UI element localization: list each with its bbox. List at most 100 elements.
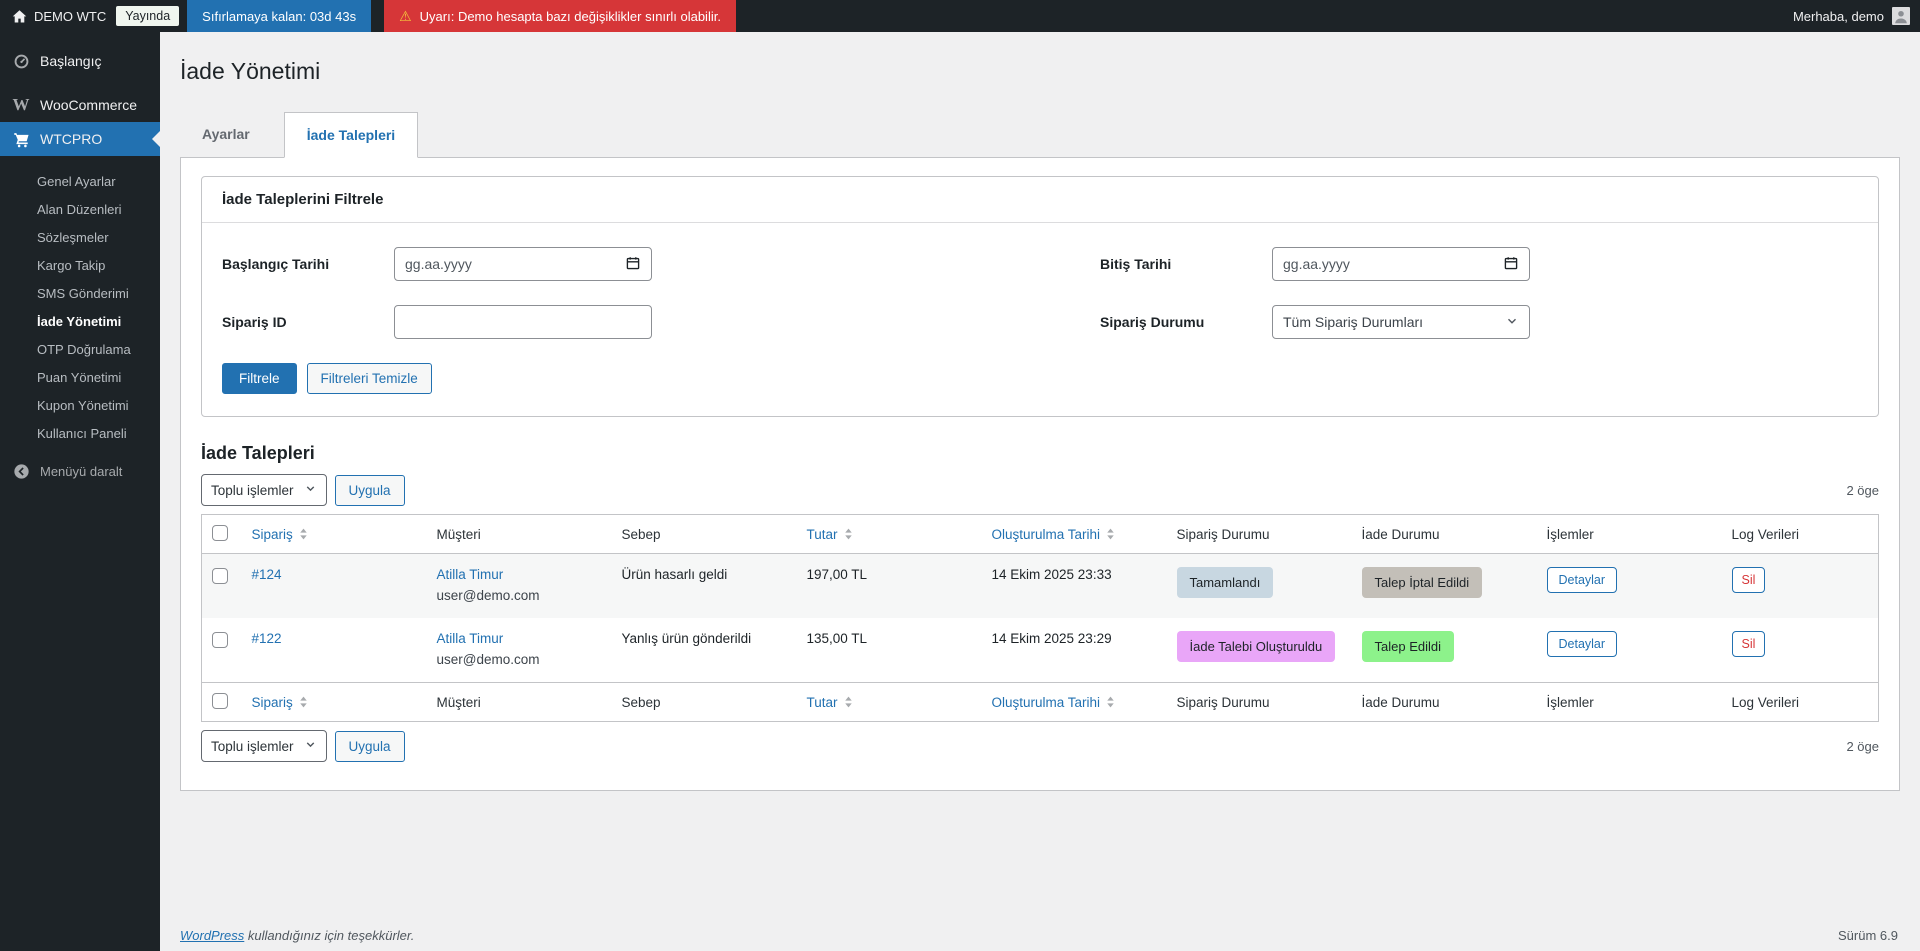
bulk-action-select[interactable]: Toplu işlemler	[201, 730, 327, 762]
list-title: İade Talepleri	[201, 443, 1879, 464]
admin-sidebar: Başlangıç W WooCommerce WTCPRO Genel Aya…	[0, 32, 160, 951]
customer-link[interactable]: Atilla Timur	[437, 631, 504, 646]
column-header-sebep: Sebep	[612, 683, 797, 722]
reason-cell: Ürün hasarlı geldi	[612, 554, 797, 619]
amount-cell: 197,00 TL	[797, 554, 982, 619]
column-header-tutar[interactable]: Tutar	[797, 515, 982, 554]
apply-button[interactable]: Uygula	[335, 731, 405, 762]
calendar-icon	[625, 255, 641, 274]
customer-email: user@demo.com	[437, 588, 602, 603]
sidebar-item-label: WTCPRO	[40, 131, 102, 147]
column-header-tutar[interactable]: Tutar	[797, 683, 982, 722]
apply-button[interactable]: Uygula	[335, 475, 405, 506]
sidebar-subitem-sms-gonderimi[interactable]: SMS Gönderimi	[0, 280, 160, 308]
tab-panel: İade Taleplerini Filtrele Başlangıç Tari…	[180, 157, 1900, 791]
column-header-log-verileri: Log Verileri	[1722, 683, 1879, 722]
table-header-row: SiparişMüşteriSebepTutarOluşturulma Tari…	[202, 515, 1879, 554]
row-checkbox[interactable]	[212, 632, 228, 648]
sidebar-subitem-kupon-yonetimi[interactable]: Kupon Yönetimi	[0, 392, 160, 420]
order-link[interactable]: #124	[252, 567, 282, 582]
site-name: DEMO WTC	[34, 9, 106, 24]
start-date-input[interactable]: gg.aa.yyyy	[394, 247, 652, 281]
sidebar-subitem-alan-duzenleri[interactable]: Alan Düzenleri	[0, 196, 160, 224]
sidebar-menu: Başlangıç W WooCommerce WTCPRO	[0, 44, 160, 156]
end-date-label: Bitiş Tarihi	[1100, 256, 1272, 272]
sidebar-subitem-kargo-takip[interactable]: Kargo Takip	[0, 252, 160, 280]
return-requests-table: SiparişMüşteriSebepTutarOluşturulma Tari…	[201, 514, 1879, 722]
row-checkbox[interactable]	[212, 568, 228, 584]
item-count: 2 öge	[1846, 483, 1879, 498]
created-date-cell: 14 Ekim 2025 23:29	[982, 618, 1167, 683]
table-footer-row: SiparişMüşteriSebepTutarOluşturulma Tari…	[202, 683, 1879, 722]
bulk-action-select[interactable]: Toplu işlemler	[201, 474, 327, 506]
collapse-menu-button[interactable]: Menüyü daralt	[0, 454, 160, 488]
order-link[interactable]: #122	[252, 631, 282, 646]
sidebar-subitem-iade-yonetimi[interactable]: İade Yönetimi	[0, 308, 160, 336]
wp-home-button[interactable]: DEMO WTC	[0, 0, 114, 32]
bulk-actions-top: Toplu işlemler Uygula 2 öge	[201, 474, 1879, 506]
filter-button[interactable]: Filtrele	[222, 363, 297, 394]
select-all-checkbox[interactable]	[212, 693, 228, 709]
delete-log-button[interactable]: Sil	[1732, 631, 1766, 657]
details-button[interactable]: Detaylar	[1547, 567, 1618, 593]
reset-timer: Sıfırlamaya kalan: 03d 43s	[187, 0, 371, 32]
main-content: İade Yönetimi Ayarlar İade Talepleri İade…	[160, 32, 1920, 951]
details-button[interactable]: Detaylar	[1547, 631, 1618, 657]
sidebar-item-baslangic[interactable]: Başlangıç	[0, 44, 160, 78]
chevron-down-icon	[1505, 314, 1519, 331]
clear-filters-button[interactable]: Filtreleri Temizle	[307, 363, 432, 394]
reason-cell: Yanlış ürün gönderildi	[612, 618, 797, 683]
customer-link[interactable]: Atilla Timur	[437, 567, 504, 582]
order-status-select[interactable]: Tüm Sipariş Durumları	[1272, 305, 1530, 339]
sidebar-subitem-puan-yonetimi[interactable]: Puan Yönetimi	[0, 364, 160, 392]
page-title: İade Yönetimi	[180, 56, 1920, 86]
order-status-label: Sipariş Durumu	[1100, 314, 1272, 330]
sidebar-item-wtcpro[interactable]: WTCPRO	[0, 122, 160, 156]
sidebar-item-woocommerce[interactable]: W WooCommerce	[0, 88, 160, 122]
sort-icon	[299, 527, 308, 541]
thanks-text: WordPress kullandığınız için teşekkürler…	[180, 928, 414, 943]
column-header-siparis[interactable]: Sipariş	[242, 515, 427, 554]
tab-ayarlar[interactable]: Ayarlar	[180, 112, 272, 157]
column-header-siparis[interactable]: Sipariş	[242, 683, 427, 722]
sort-icon	[1106, 695, 1115, 709]
table-header: SiparişMüşteriSebepTutarOluşturulma Tari…	[202, 515, 1879, 554]
column-header-olusturulma-tarihi[interactable]: Oluşturulma Tarihi	[982, 515, 1167, 554]
column-header-islemler: İşlemler	[1537, 683, 1722, 722]
item-count: 2 öge	[1846, 739, 1879, 754]
select-all-checkbox[interactable]	[212, 525, 228, 541]
order-id-input[interactable]	[394, 305, 652, 339]
admin-bar: DEMO WTC Yayında Sıfırlamaya kalan: 03d …	[0, 0, 1920, 32]
column-header-olusturulma-tarihi[interactable]: Oluşturulma Tarihi	[982, 683, 1167, 722]
filter-title: İade Taleplerini Filtrele	[202, 177, 1878, 223]
woocommerce-icon: W	[11, 95, 31, 115]
sidebar-item-label: Başlangıç	[40, 53, 101, 69]
customer-email: user@demo.com	[437, 652, 602, 667]
sidebar-subitem-otp-dogrulama[interactable]: OTP Doğrulama	[0, 336, 160, 364]
sidebar-subitem-genel-ayarlar[interactable]: Genel Ayarlar	[0, 168, 160, 196]
column-header-iade-durumu: İade Durumu	[1352, 515, 1537, 554]
account-greeting[interactable]: Merhaba, demo	[1793, 9, 1884, 24]
delete-log-button[interactable]: Sil	[1732, 567, 1766, 593]
tab-iade-talepleri[interactable]: İade Talepleri	[284, 112, 418, 158]
sidebar-subitem-sozlesmeler[interactable]: Sözleşmeler	[0, 224, 160, 252]
avatar[interactable]	[1892, 7, 1910, 25]
table-body: #124 Atilla Timur user@demo.com Ürün hasarl…	[202, 554, 1879, 683]
end-date-input[interactable]: gg.aa.yyyy	[1272, 247, 1530, 281]
calendar-icon	[1503, 255, 1519, 274]
cart-icon	[11, 131, 31, 148]
column-header-log-verileri: Log Verileri	[1722, 515, 1879, 554]
column-header-iade-durumu: İade Durumu	[1352, 683, 1537, 722]
version-text: Sürüm 6.9	[1838, 928, 1898, 943]
dashboard-icon	[11, 53, 31, 70]
sort-icon	[844, 695, 853, 709]
order-status-badge: Tamamlandı	[1177, 567, 1274, 598]
start-date-label: Başlangıç Tarihi	[222, 256, 394, 272]
sidebar-subitem-kullanici-paneli[interactable]: Kullanıcı Paneli	[0, 420, 160, 448]
order-id-label: Sipariş ID	[222, 314, 394, 330]
sidebar-item-label: WooCommerce	[40, 97, 137, 113]
return-request-row: #122 Atilla Timur user@demo.com Yanlış ürün…	[202, 618, 1879, 683]
column-header-siparis-durumu: Sipariş Durumu	[1167, 683, 1352, 722]
wordpress-link[interactable]: WordPress	[180, 928, 244, 943]
column-header-siparis-durumu: Sipariş Durumu	[1167, 515, 1352, 554]
